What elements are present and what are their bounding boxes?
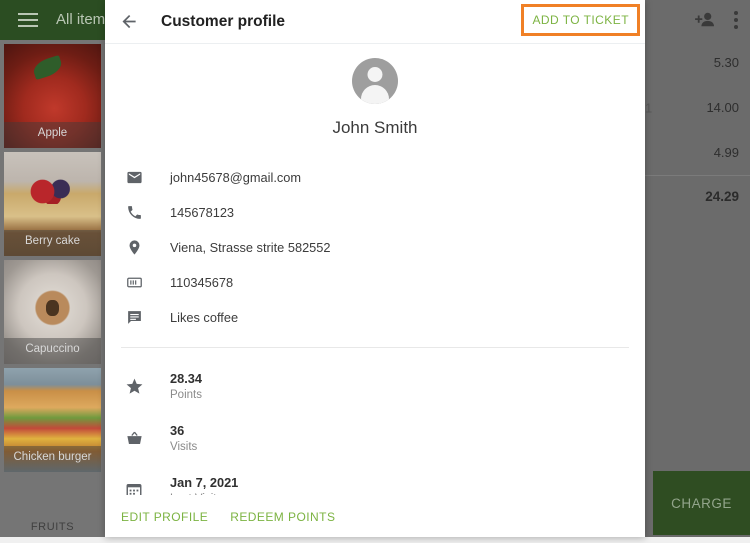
stat-row-visits: 36 Visits	[105, 412, 645, 464]
avatar-body	[361, 85, 389, 104]
stat-text: Jan 7, 2021 Last Visit	[170, 474, 238, 496]
ticket-row-amount: 4.99	[713, 145, 739, 160]
person-avatar-icon	[352, 58, 398, 104]
stat-value: 36	[170, 422, 185, 438]
note-icon	[121, 309, 147, 326]
stat-text: 36 Visits	[170, 422, 197, 455]
product-tile[interactable]: Chicken burger	[4, 368, 101, 472]
info-value: 145678123	[170, 205, 235, 220]
add-person-icon[interactable]	[694, 11, 716, 29]
add-to-ticket-button[interactable]: ADD TO TICKET	[532, 13, 629, 27]
customer-name: John Smith	[332, 118, 418, 137]
dialog-footer: EDIT PROFILE REDEEM POINTS	[105, 495, 645, 537]
product-tile[interactable]: Apple	[4, 44, 101, 148]
ticket-panel: 5.30 1 14.00 4.99 24.29 CHARGE	[645, 40, 750, 543]
bottom-strip	[0, 537, 750, 543]
stat-row-last-visit: Jan 7, 2021 Last Visit	[105, 464, 645, 495]
ticket-row[interactable]: 1 14.00	[645, 85, 750, 130]
info-value: 110345678	[170, 275, 234, 290]
app-top-bar-actions	[645, 0, 750, 40]
location-pin-icon	[121, 239, 147, 256]
info-row-note[interactable]: Likes coffee	[105, 300, 645, 335]
info-row-address[interactable]: Viena, Strasse strite 582552	[105, 230, 645, 265]
stat-label: Visits	[170, 440, 198, 453]
card-icon	[121, 274, 147, 291]
stat-value: Jan 7, 2021	[170, 474, 239, 490]
phone-icon	[121, 204, 147, 221]
back-arrow-icon[interactable]	[105, 0, 153, 44]
info-row-email[interactable]: john45678@gmail.com	[105, 160, 645, 195]
info-row-phone[interactable]: 145678123	[105, 195, 645, 230]
ticket-row-amount: 14.00	[706, 100, 739, 115]
ticket-row[interactable]: 4.99	[645, 130, 750, 175]
product-label: Apple	[4, 122, 101, 148]
product-grid: Apple Berry cake Capuccino Chicken burge…	[0, 40, 105, 543]
overflow-menu-icon[interactable]	[734, 11, 738, 29]
stat-text: 28.34 Points	[170, 370, 202, 403]
stat-value: 28.34	[170, 370, 203, 386]
dialog-toolbar: Customer profile ADD TO TICKET	[105, 0, 645, 44]
customer-stats-list: 28.34 Points 36 Visits Jan 7, 2021	[105, 348, 645, 495]
product-tile[interactable]: Capuccino	[4, 260, 101, 364]
ticket-row-amount: 5.30	[713, 55, 739, 70]
stat-label: Last Visit	[170, 492, 238, 496]
info-value: john45678@gmail.com	[170, 170, 302, 185]
basket-icon	[121, 429, 147, 448]
add-to-ticket-highlight: ADD TO TICKET	[521, 4, 640, 36]
charge-button[interactable]: CHARGE	[653, 471, 750, 535]
calendar-icon	[121, 481, 147, 495]
ticket-total: 24.29	[705, 188, 739, 204]
edit-profile-button[interactable]: EDIT PROFILE	[121, 510, 208, 524]
stat-row-points: 28.34 Points	[105, 360, 645, 412]
stat-label: Points	[170, 388, 202, 401]
redeem-points-button[interactable]: REDEEM POINTS	[230, 510, 335, 524]
ticket-row-qty: 1	[645, 100, 653, 115]
avatar-head	[367, 67, 383, 82]
product-label: Capuccino	[4, 338, 101, 364]
info-row-card[interactable]: 110345678	[105, 265, 645, 300]
info-value: Viena, Strasse strite 582552	[170, 240, 331, 255]
product-label: Chicken burger	[4, 446, 101, 472]
ticket-row[interactable]: 5.30	[645, 40, 750, 85]
info-value: Likes coffee	[170, 310, 239, 325]
hamburger-menu-icon[interactable]	[18, 13, 38, 27]
page-title: Customer profile	[161, 12, 286, 30]
customer-info-list: john45678@gmail.com 145678123 Viena, Str…	[105, 160, 645, 335]
dialog-body: John Smith john45678@gmail.com 145678123	[105, 44, 645, 495]
customer-profile-dialog: Customer profile ADD TO TICKET John Smit…	[105, 0, 645, 537]
avatar-container: John Smith	[105, 44, 645, 138]
product-tile[interactable]: Berry cake	[4, 152, 101, 256]
star-icon	[121, 377, 147, 396]
product-label: Berry cake	[4, 230, 101, 256]
category-label: FRUITS	[30, 521, 75, 533]
email-icon	[121, 169, 147, 186]
